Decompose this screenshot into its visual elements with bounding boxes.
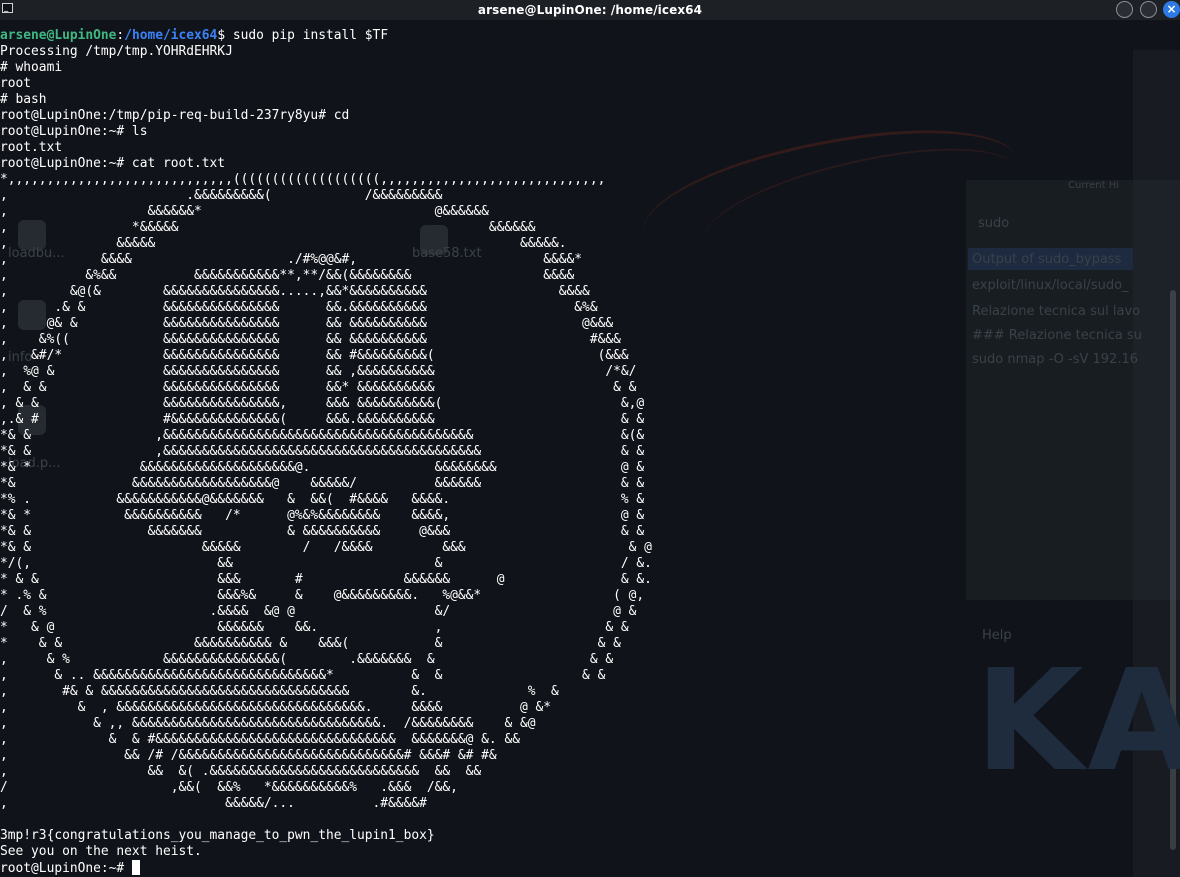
- terminal-line: root@LupinOne:~# ls: [0, 124, 148, 139]
- terminal-line: root.txt: [0, 140, 63, 155]
- terminal-line: *& * &&&&&&&&&&&&&&&&&&&&@. &&&&&&&& @ &: [0, 460, 645, 475]
- terminal-line: , & .. &&&&&&&&&&&&&&&&&&&&&&&&&&&&&&* &…: [0, 668, 606, 683]
- terminal-line: , & & &&&&&&&&&&&&&&&, &&& &&&&&&&&&&( &…: [0, 396, 645, 411]
- terminal-line: , &&&& ./#%@@&#, &&&&*: [0, 252, 583, 267]
- terminal-line: *,,,,,,,,,,,,,,,,,,,,,,,,,,,,,((((((((((…: [0, 172, 606, 187]
- terminal-line: # whoami: [0, 60, 63, 75]
- terminal-line: root@LupinOne:/tmp/pip-req-build-237ry8y…: [0, 108, 350, 123]
- background-list-item: sudo nmap -O -sV 192.16: [972, 352, 1138, 367]
- terminal-output: arsene@LupinOne:/home/icex64$ sudo pip i…: [0, 28, 652, 877]
- terminal-line: *& * &&&&&&&&&& /* @%&%&&&&&&&& &&&&, @ …: [0, 508, 645, 523]
- terminal-line: , && /# /&&&&&&&&&&&&&&&&&&&&&&&&&&&&&# …: [0, 748, 497, 763]
- terminal-line: *% . &&&&&&&&&&&@&&&&&&& & &&( #&&&& &&&…: [0, 492, 645, 507]
- terminal-line: *& & ,&&&&&&&&&&&&&&&&&&&&&&&&&&&&&&&&&&…: [0, 428, 645, 443]
- background-search-text: sudo: [978, 216, 1010, 231]
- background-help-label: Help: [982, 628, 1012, 643]
- terminal-line: * .% & &&&%& & @&&&&&&&&&. %@&&* ( @,: [0, 588, 645, 603]
- terminal-line: # bash: [0, 92, 47, 107]
- window-title: arsene@LupinOne: /home/icex64: [477, 3, 703, 17]
- terminal-line: * & & &&&&&&&&&& & &&&( & & &: [0, 636, 621, 651]
- terminal-line: */(, && & / &.: [0, 556, 652, 571]
- final-prompt: root@LupinOne:~#: [0, 861, 132, 876]
- terminal-line: , &&&&& &&&&&.: [0, 236, 567, 251]
- terminal-line: * & @ &&&&&& &&. , & &: [0, 620, 629, 635]
- terminal-line: , & , &&&&&&&&&&&&&&&&&&&&&&&&&&&&&&&&. …: [0, 700, 552, 715]
- terminal-line: , && &( .&&&&&&&&&&&&&&&&&&&&&&&&&&& && …: [0, 764, 482, 779]
- terminal-line: , & & #&&&&&&&&&&&&&&&&&&&&&&&&&&&&&&& &…: [0, 732, 520, 747]
- terminal-lines: Processing /tmp/tmp.YOHRdEHRKJ # whoami …: [0, 44, 652, 859]
- terminal-line: root: [0, 76, 32, 91]
- terminal-line: / ,&&( &&% *&&&&&&&&&&% .&&& /&&,: [0, 780, 458, 795]
- background-list-item: exploit/linux/local/sudo_: [972, 278, 1129, 293]
- terminal-line: , *&&&&& &&&&&&: [0, 220, 536, 235]
- terminal-line: root@LupinOne:~# cat root.txt: [0, 156, 226, 171]
- terminal-line: 3mp!r3{congratulations_you_manage_to_pwn…: [0, 828, 435, 843]
- prompt-path: /home/icex64: [124, 28, 218, 43]
- first-command: sudo pip install $TF: [232, 28, 389, 43]
- terminal-line: *& &&&&&&&&&&&&&&&&&&@ &&&&&/ &&&&&& & &: [0, 476, 645, 491]
- terminal-line: , %@ & &&&&&&&&&&&&&&& && ,&&&&&&&&&& /*…: [0, 364, 637, 379]
- minimize-button[interactable]: [1116, 1, 1133, 18]
- terminal-pane[interactable]: KA loadbu... base58.txt info load.p... C…: [0, 20, 1180, 877]
- terminal-line: , &%&& &&&&&&&&&&&**,**/&&(&&&&&&&& &&&&: [0, 268, 575, 283]
- terminal-line: *& & &&&&& / /&&&& &&& & @: [0, 540, 652, 555]
- terminal-line: *& & &&&&&&& & &&&&&&&&&& @&&& & &: [0, 524, 645, 539]
- terminal-line: , #& & &&&&&&&&&&&&&&&&&&&&&&&&&&&&&&&& …: [0, 684, 559, 699]
- background-header-label: Current Hi: [1068, 180, 1120, 191]
- terminal-line: , & ,, &&&&&&&&&&&&&&&&&&&&&&&&&&&&&&&&.…: [0, 716, 536, 731]
- window-titlebar: _ arsene@LupinOne: /home/icex64 ×: [0, 0, 1180, 20]
- terminal-line: *& & ,&&&&&&&&&&&&&&&&&&&&&&&&&&&&&&&&&&…: [0, 444, 645, 459]
- terminal-line: * & & &&& # &&&&&& @ & &.: [0, 572, 652, 587]
- background-logo: KA: [975, 640, 1180, 803]
- background-panel: [966, 180, 1180, 600]
- terminal-line: , @& & &&&&&&&&&&&&&&& && &&&&&&&&&& @&&…: [0, 316, 614, 331]
- background-list-item: Output of sudo_bypass: [972, 252, 1122, 267]
- terminal-line: , .&&&&&&&&&( /&&&&&&&&&: [0, 188, 443, 203]
- terminal-line: Processing /tmp/tmp.YOHRdEHRKJ: [0, 44, 233, 59]
- terminal-line: , &%(( &&&&&&&&&&&&&&& && &&&&&&&&&& #&&…: [0, 332, 621, 347]
- terminal-line: / & % .&&&& &@ @ &/ @ &: [0, 604, 637, 619]
- terminal-line: , & % &&&&&&&&&&&&&&&( .&&&&&&& & & &: [0, 652, 614, 667]
- close-button[interactable]: ×: [1163, 1, 1180, 18]
- terminal-line: , & & &&&&&&&&&&&&&&& &&* &&&&&&&&&& & &: [0, 380, 637, 395]
- text-cursor: [131, 860, 140, 875]
- terminal-line: , &@(& &&&&&&&&&&&&&&&.....,&&*&&&&&&&&&…: [0, 284, 590, 299]
- terminal-line: See you on the next heist.: [0, 844, 202, 859]
- terminal-line: , &&&&&/... .#&&&&#: [0, 796, 427, 811]
- background-list-item: ### Relazione tecnica su: [972, 328, 1142, 343]
- terminal-line: , &#/* &&&&&&&&&&&&&&& && #&&&&&&&&&( (&…: [0, 348, 629, 363]
- terminal-line: , .& & &&&&&&&&&&&&&&& &&.&&&&&&&&&& &%&: [0, 300, 598, 315]
- terminal-line: ,.& # #&&&&&&&&&&&&&&( &&&.&&&&&&&&&& & …: [0, 412, 645, 427]
- prompt-user: arsene@LupinOne: [0, 28, 117, 43]
- background-list-item: Relazione tecnica sul lavo: [972, 304, 1141, 319]
- prompt-symbol: $: [217, 28, 233, 43]
- terminal-line: , &&&&&&* @&&&&&&: [0, 204, 489, 219]
- maximize-button[interactable]: [1140, 1, 1157, 18]
